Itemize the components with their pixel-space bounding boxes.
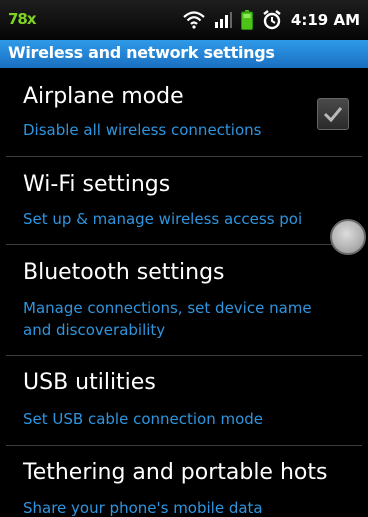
wifi-icon xyxy=(183,11,205,29)
tethering-item[interactable]: Tethering and portable hots Share your p… xyxy=(0,446,368,517)
airplane-mode-title: Airplane mode xyxy=(23,84,184,109)
clock-time: 4:19 AM xyxy=(290,11,360,29)
settings-list: Airplane mode Disable all wireless conne… xyxy=(0,68,368,517)
tethering-title: Tethering and portable hots xyxy=(23,460,328,485)
tethering-subtitle: Share your phone's mobile data xyxy=(23,499,263,517)
signal-icon xyxy=(214,11,232,29)
status-bar: 78x 4:19 AM xyxy=(0,0,368,40)
bluetooth-settings-subtitle-line2: and discoverability xyxy=(23,321,166,339)
scroll-thumb[interactable] xyxy=(330,219,366,255)
wifi-settings-subtitle: Set up & manage wireless access poi xyxy=(23,210,303,228)
airplane-mode-subtitle: Disable all wireless connections xyxy=(23,121,262,139)
usb-utilities-subtitle: Set USB cable connection mode xyxy=(23,410,264,428)
wifi-settings-item[interactable]: Wi-Fi settings Set up & manage wireless … xyxy=(0,157,368,244)
alarm-icon xyxy=(262,10,282,30)
airplane-mode-checkbox[interactable] xyxy=(317,98,349,130)
battery-icon xyxy=(240,10,253,30)
settings-header: Wireless and network settings xyxy=(0,40,368,68)
airplane-mode-item[interactable]: Airplane mode Disable all wireless conne… xyxy=(0,68,368,156)
status-icons: 4:19 AM xyxy=(183,8,360,32)
usb-utilities-title: USB utilities xyxy=(23,370,156,395)
bluetooth-settings-item[interactable]: Bluetooth settings Manage connections, s… xyxy=(0,245,368,355)
notification-indicator: 78x xyxy=(8,10,37,28)
checkmark-icon xyxy=(323,107,343,123)
bluetooth-settings-title: Bluetooth settings xyxy=(23,260,225,285)
usb-utilities-item[interactable]: USB utilities Set USB cable connection m… xyxy=(0,356,368,444)
bluetooth-settings-subtitle: Manage connections, set device name xyxy=(23,299,312,317)
settings-screen: 78x 4:19 AM Wireless and network setting… xyxy=(0,0,368,517)
page-title: Wireless and network settings xyxy=(8,43,275,62)
wifi-settings-title: Wi-Fi settings xyxy=(23,172,171,197)
